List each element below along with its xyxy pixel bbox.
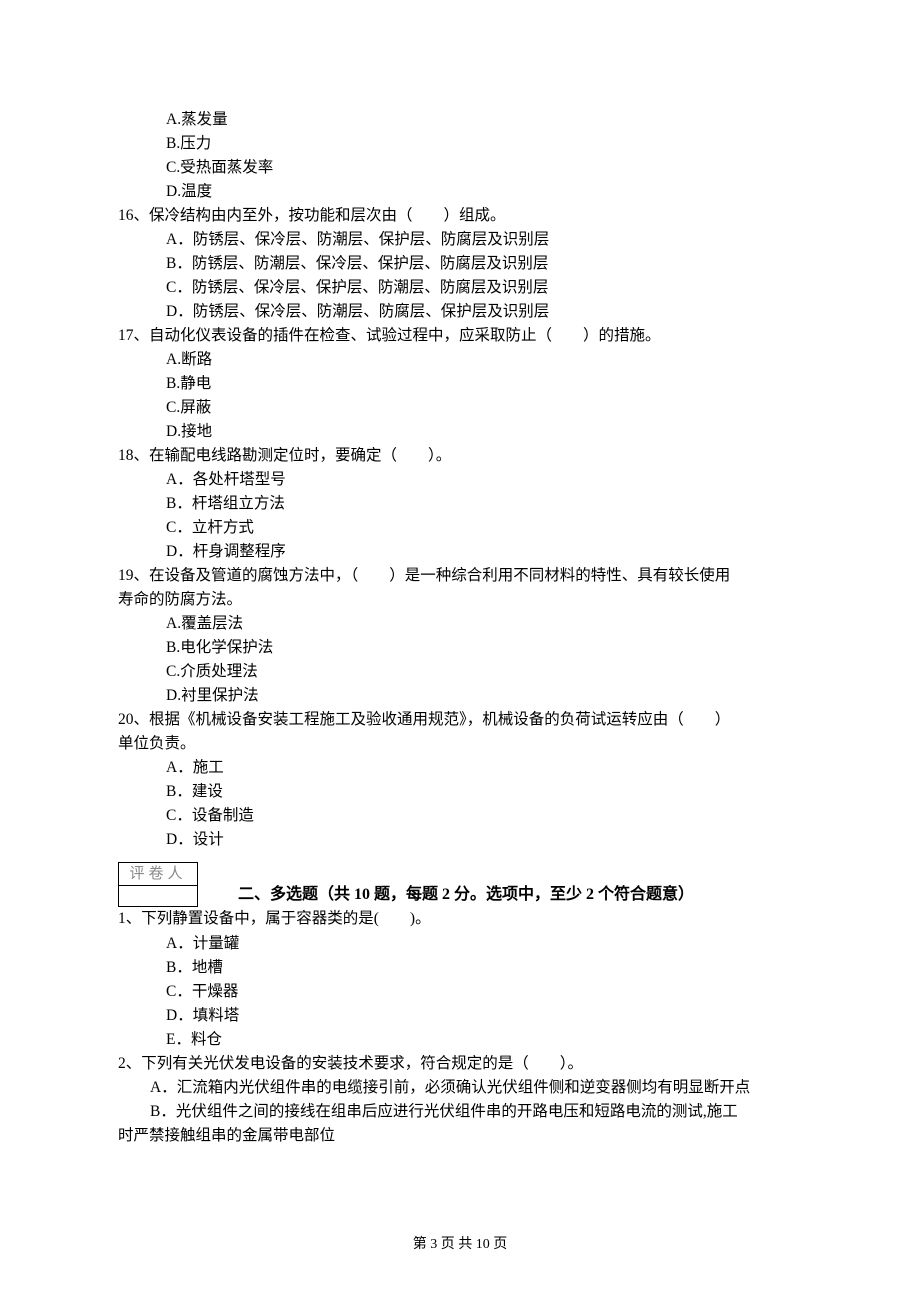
- q18-options: A．各处杆塔型号 B．杆塔组立方法 C．立杆方式 D．杆身调整程序: [118, 468, 805, 564]
- s2-q1-options: A．计量罐 B．地槽 C．干燥器 D．填料塔 E．料仓: [118, 932, 805, 1052]
- q19-option-d: D.衬里保护法: [166, 684, 805, 708]
- q17-options: A.断路 B.静电 C.屏蔽 D.接地: [118, 348, 805, 444]
- q17-text: 17、自动化仪表设备的插件在检查、试验过程中，应采取防止（ ）的措施。: [118, 324, 805, 348]
- q16-option-b: B．防锈层、防潮层、保冷层、保护层、防腐层及识别层: [166, 252, 805, 276]
- q17-option-d: D.接地: [166, 420, 805, 444]
- q16-option-c: C．防锈层、保冷层、保护层、防潮层、防腐层及识别层: [166, 276, 805, 300]
- q19-options: A.覆盖层法 B.电化学保护法 C.介质处理法 D.衬里保护法: [118, 612, 805, 708]
- q15-option-b: B.压力: [166, 132, 805, 156]
- q18-option-d: D．杆身调整程序: [166, 540, 805, 564]
- q20-option-d: D．设计: [166, 828, 805, 852]
- page-footer: 第 3 页 共 10 页: [0, 1234, 920, 1256]
- grader-box: 评卷人: [118, 862, 198, 907]
- section-2-header-row: 评卷人 二、多选题（共 10 题，每题 2 分。选项中，至少 2 个符合题意）: [118, 856, 805, 907]
- q16-options: A．防锈层、保冷层、防潮层、保护层、防腐层及识别层 B．防锈层、防潮层、保冷层、…: [118, 228, 805, 324]
- q15-option-d: D.温度: [166, 180, 805, 204]
- q15-option-c: C.受热面蒸发率: [166, 156, 805, 180]
- s2-q1-text: 1、下列静置设备中，属于容器类的是( )。: [118, 907, 805, 931]
- q18-option-a: A．各处杆塔型号: [166, 468, 805, 492]
- q19-text-line2: 寿命的防腐方法。: [118, 588, 805, 612]
- s2-q1-option-e: E．料仓: [166, 1028, 805, 1052]
- grader-label: 评卷人: [118, 862, 198, 886]
- s2-q2-option-b-line1: B．光伏组件之间的接线在组串后应进行光伏组件串的开路电压和短路电流的测试,施工: [118, 1100, 805, 1124]
- q17-option-c: C.屏蔽: [166, 396, 805, 420]
- q16-option-a: A．防锈层、保冷层、防潮层、保护层、防腐层及识别层: [166, 228, 805, 252]
- section-2-title: 二、多选题（共 10 题，每题 2 分。选项中，至少 2 个符合题意）: [198, 883, 694, 908]
- s2-q2-option-a: A．汇流箱内光伏组件串的电缆接引前，必须确认光伏组件侧和逆变器侧均有明显断开点: [118, 1076, 805, 1100]
- q19-text-line1: 19、在设备及管道的腐蚀方法中，（ ）是一种综合利用不同材料的特性、具有较长使用: [118, 564, 805, 588]
- q20-option-b: B．建设: [166, 780, 805, 804]
- q18-option-c: C．立杆方式: [166, 516, 805, 540]
- q16-option-d: D．防锈层、保冷层、防潮层、防腐层、保护层及识别层: [166, 300, 805, 324]
- q19-option-b: B.电化学保护法: [166, 636, 805, 660]
- q16-text: 16、保冷结构由内至外，按功能和层次由（ ）组成。: [118, 204, 805, 228]
- q20-option-a: A．施工: [166, 756, 805, 780]
- s2-q2-option-b-line2: 时严禁接触组串的金属带电部位: [118, 1124, 805, 1148]
- q15-options: A.蒸发量 B.压力 C.受热面蒸发率 D.温度: [118, 108, 805, 204]
- q18-text: 18、在输配电线路勘测定位时，要确定（ ）。: [118, 444, 805, 468]
- s2-q1-option-b: B．地槽: [166, 956, 805, 980]
- q19-option-a: A.覆盖层法: [166, 612, 805, 636]
- s2-q1-option-d: D．填料塔: [166, 1004, 805, 1028]
- q19-option-c: C.介质处理法: [166, 660, 805, 684]
- q20-text-line1: 20、根据《机械设备安装工程施工及验收通用规范》，机械设备的负荷试运转应由（ ）: [118, 708, 805, 732]
- s2-q2-text: 2、下列有关光伏发电设备的安装技术要求，符合规定的是（ ）。: [118, 1052, 805, 1076]
- exam-page: A.蒸发量 B.压力 C.受热面蒸发率 D.温度 16、保冷结构由内至外，按功能…: [0, 0, 920, 1302]
- q15-option-a: A.蒸发量: [166, 108, 805, 132]
- q18-option-b: B．杆塔组立方法: [166, 492, 805, 516]
- q20-option-c: C．设备制造: [166, 804, 805, 828]
- s2-q1-option-c: C．干燥器: [166, 980, 805, 1004]
- grader-empty-cell: [118, 886, 198, 907]
- q20-text-line2: 单位负责。: [118, 732, 805, 756]
- q17-option-b: B.静电: [166, 372, 805, 396]
- q20-options: A．施工 B．建设 C．设备制造 D．设计: [118, 756, 805, 852]
- s2-q1-option-a: A．计量罐: [166, 932, 805, 956]
- q17-option-a: A.断路: [166, 348, 805, 372]
